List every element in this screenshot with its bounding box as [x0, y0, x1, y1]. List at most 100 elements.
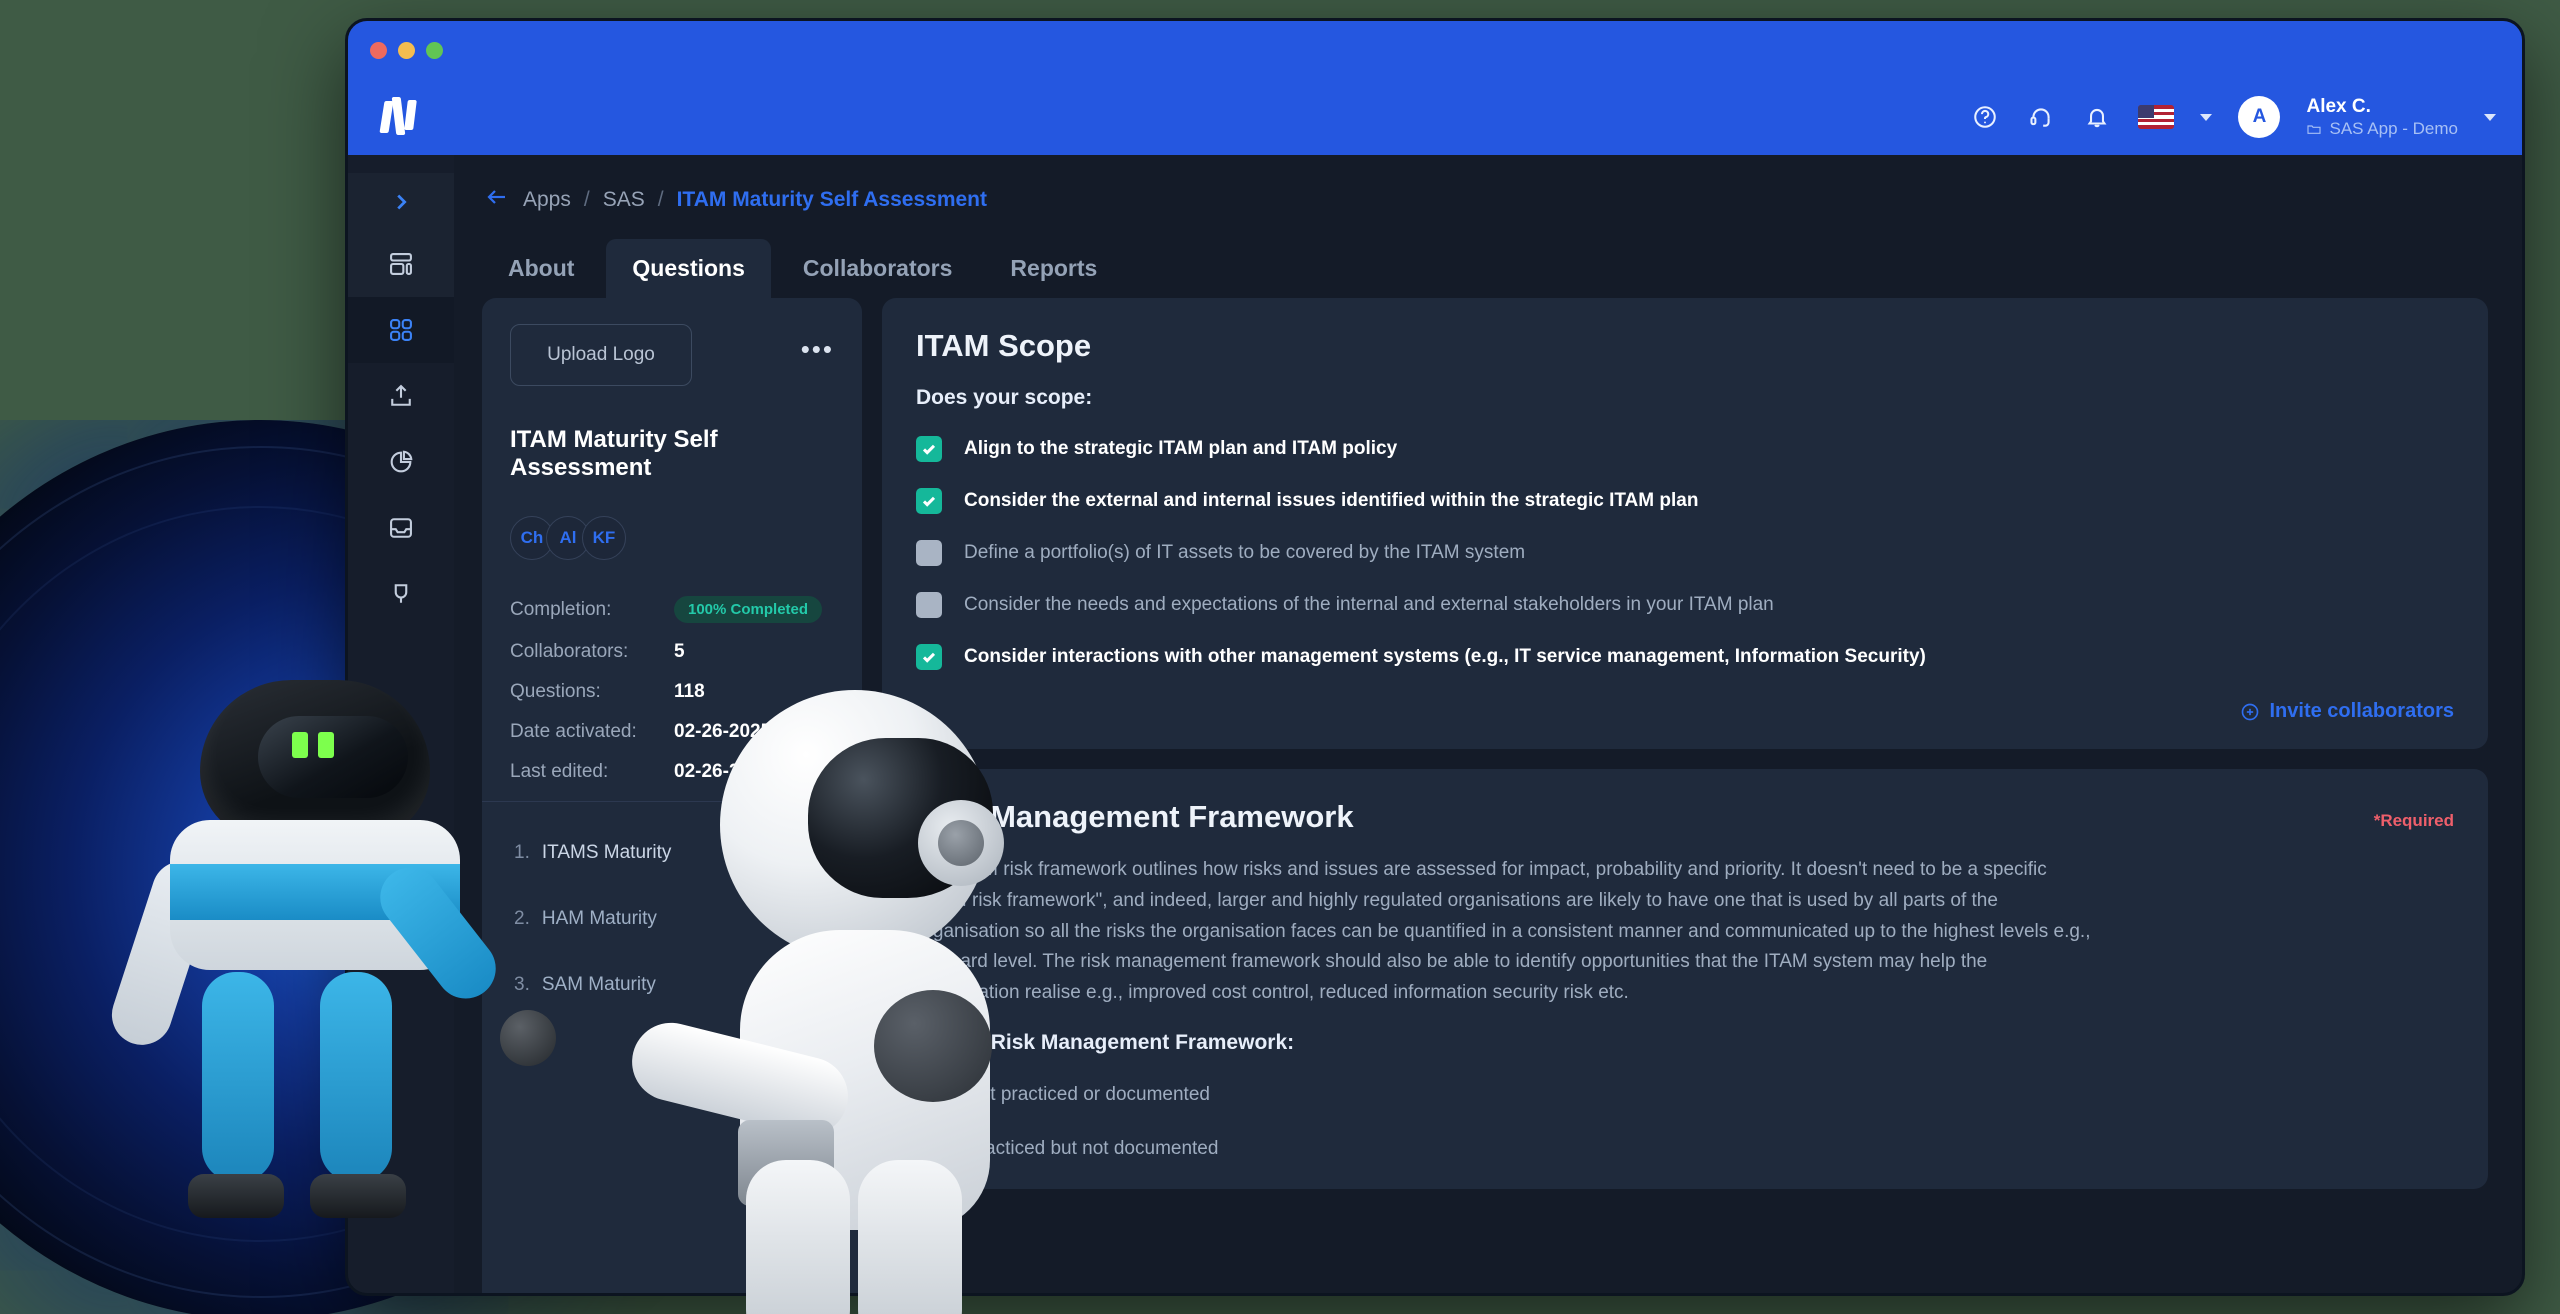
checkbox-checked-icon[interactable] — [916, 488, 942, 514]
list-item[interactable]: 2. HAM Maturity — [510, 886, 834, 952]
close-button[interactable] — [370, 41, 387, 59]
checkbox-option[interactable]: Align to the strategic ITAM plan and ITA… — [916, 436, 2454, 462]
sidebar-rail — [348, 155, 454, 1293]
list-item[interactable]: 1. ITAMS Maturity — [510, 820, 834, 886]
meta-key: Date activated: — [510, 721, 637, 742]
tab-collaborators[interactable]: Collaborators — [777, 239, 979, 298]
meta-key: Collaborators: — [510, 641, 629, 662]
required-label: *Required — [2373, 811, 2454, 830]
risk-card-question: Is your Risk Management Framework: — [916, 1030, 1295, 1054]
checkbox-option[interactable]: Consider the needs and expectations of t… — [916, 592, 2454, 618]
checkbox-label: Consider the external and internal issue… — [964, 490, 1699, 511]
status-badge: 100% Completed — [674, 596, 823, 623]
breadcrumb-item-apps[interactable]: Apps — [523, 188, 571, 212]
risk-card-title: Risk Management Framework — [916, 799, 1354, 834]
collaborator-avatars: Ch Al KF — [510, 516, 834, 560]
brand-logo-icon[interactable] — [379, 97, 424, 137]
upload-row: Upload Logo ••• — [510, 324, 834, 386]
flag-us-icon[interactable] — [2138, 105, 2175, 129]
list-item-number: 3. — [514, 974, 530, 995]
divider — [482, 801, 862, 802]
window-titlebar — [348, 21, 2522, 79]
list-item-number: 1. — [514, 842, 530, 863]
user-menu[interactable]: Alex C. SAS App - Demo — [2306, 95, 2458, 140]
breadcrumb-item-current[interactable]: ITAM Maturity Self Assessment — [677, 188, 987, 212]
invite-collaborators-button[interactable]: Invite collaborators — [916, 700, 2454, 723]
sidebar-expand-toggle[interactable] — [348, 173, 454, 231]
radio-unselected-icon[interactable] — [916, 1080, 944, 1109]
headset-icon[interactable] — [2026, 102, 2056, 132]
content-area: Apps / SAS / ITAM Maturity Self Assessme… — [454, 155, 2522, 1293]
help-circle-icon[interactable] — [1970, 102, 2000, 132]
app-header: A Alex C. SAS App - Demo — [348, 79, 2522, 155]
risk-card-description: The ITAM risk framework outlines how ris… — [916, 859, 2091, 1004]
sidebar-item-apps[interactable] — [348, 297, 454, 363]
minimize-button[interactable] — [398, 41, 415, 59]
meta-value: 5 — [674, 641, 685, 662]
radio-label: Not practiced or documented — [966, 1083, 1210, 1105]
itam-scope-title: ITAM Scope — [916, 328, 1092, 363]
list-item[interactable]: 3. SAM Maturity — [510, 952, 834, 1018]
sidebar-item-dashboard[interactable] — [348, 231, 454, 297]
breadcrumb-separator: / — [583, 188, 590, 211]
checkbox-checked-icon[interactable] — [916, 644, 942, 670]
risk-card-header: Risk Management Framework *Required — [916, 799, 2454, 835]
assessment-summary-card: Upload Logo ••• ITAM Maturity Self Asses… — [482, 298, 862, 1293]
breadcrumb: Apps / SAS / ITAM Maturity Self Assessme… — [474, 177, 2488, 239]
app-window: A Alex C. SAS App - Demo Apps / SAS / IT… — [345, 18, 2525, 1296]
radio-selected-icon[interactable] — [916, 1134, 944, 1163]
apps-grid-icon — [390, 319, 412, 341]
inbox-icon — [390, 518, 412, 538]
sidebar-item-integrations[interactable] — [348, 561, 454, 627]
maximize-button[interactable] — [426, 41, 443, 59]
list-item-label: SAM Maturity — [541, 974, 656, 995]
meta-key: Last edited: — [510, 761, 609, 782]
breadcrumb-separator: / — [657, 188, 664, 211]
avatar[interactable]: A — [2238, 96, 2281, 138]
itam-scope-question: Does your scope: — [916, 386, 1093, 409]
sidebar-item-analytics[interactable] — [348, 429, 454, 495]
header-actions: A Alex C. SAS App - Demo — [1970, 95, 2496, 140]
sidebar-item-inbox[interactable] — [348, 495, 454, 561]
meta-row-date-activated: Date activated: 02-26-2025 — [510, 721, 834, 743]
tab-questions[interactable]: Questions — [606, 239, 771, 298]
risk-management-card: Risk Management Framework *Required The … — [882, 769, 2488, 1189]
language-chevron-down-icon[interactable] — [2200, 113, 2213, 121]
radio-option[interactable]: Practiced but not documented — [916, 1134, 2454, 1163]
dashboard-icon — [390, 253, 412, 275]
checkbox-label: Align to the strategic ITAM plan and ITA… — [964, 438, 1398, 459]
arrow-left-icon — [487, 190, 505, 204]
assessment-title: ITAM Maturity Self Assessment — [510, 426, 718, 481]
checkbox-option[interactable]: Consider the external and internal issue… — [916, 488, 2454, 514]
screenshot-stage: A Alex C. SAS App - Demo Apps / SAS / IT… — [0, 0, 2560, 1314]
back-button[interactable] — [484, 187, 510, 213]
bell-icon[interactable] — [2082, 102, 2112, 132]
tab-bar: About Questions Collaborators Reports — [474, 239, 2488, 298]
meta-row-last-edited: Last edited: 02-26-2025 — [510, 761, 834, 783]
breadcrumb-item-sas[interactable]: SAS — [603, 188, 645, 212]
checkbox-option[interactable]: Define a portfolio(s) of IT assets to be… — [916, 540, 2454, 566]
checkbox-checked-icon[interactable] — [916, 436, 942, 462]
list-item-label: HAM Maturity — [541, 908, 657, 929]
tab-about[interactable]: About — [482, 239, 600, 298]
chevron-right-icon — [397, 194, 407, 210]
checkbox-label: Consider interactions with other managem… — [964, 646, 1926, 667]
meta-row-questions: Questions: 118 — [510, 681, 834, 703]
upload-logo-button[interactable]: Upload Logo — [510, 324, 692, 386]
checkbox-option[interactable]: Consider interactions with other managem… — [916, 644, 2454, 670]
list-item-label: ITAMS Maturity — [541, 842, 672, 863]
radio-option[interactable]: Not practiced or documented — [916, 1080, 2454, 1109]
sidebar-item-upload[interactable] — [348, 363, 454, 429]
meta-row-collaborators: Collaborators: 5 — [510, 641, 834, 663]
questions-column: ITAM Scope Does your scope: Align to the… — [882, 298, 2488, 1293]
checkbox-unchecked-icon[interactable] — [916, 592, 942, 618]
list-item-number: 2. — [514, 908, 530, 929]
checkbox-unchecked-icon[interactable] — [916, 540, 942, 566]
plus-circle-icon — [2241, 703, 2258, 720]
tab-reports[interactable]: Reports — [984, 239, 1123, 298]
radio-label: Practiced but not documented — [966, 1137, 1219, 1159]
avatar-chip[interactable]: KF — [582, 516, 626, 560]
pie-chart-icon — [390, 450, 413, 473]
more-options-icon[interactable]: ••• — [801, 324, 834, 362]
user-chevron-down-icon[interactable] — [2484, 113, 2496, 121]
